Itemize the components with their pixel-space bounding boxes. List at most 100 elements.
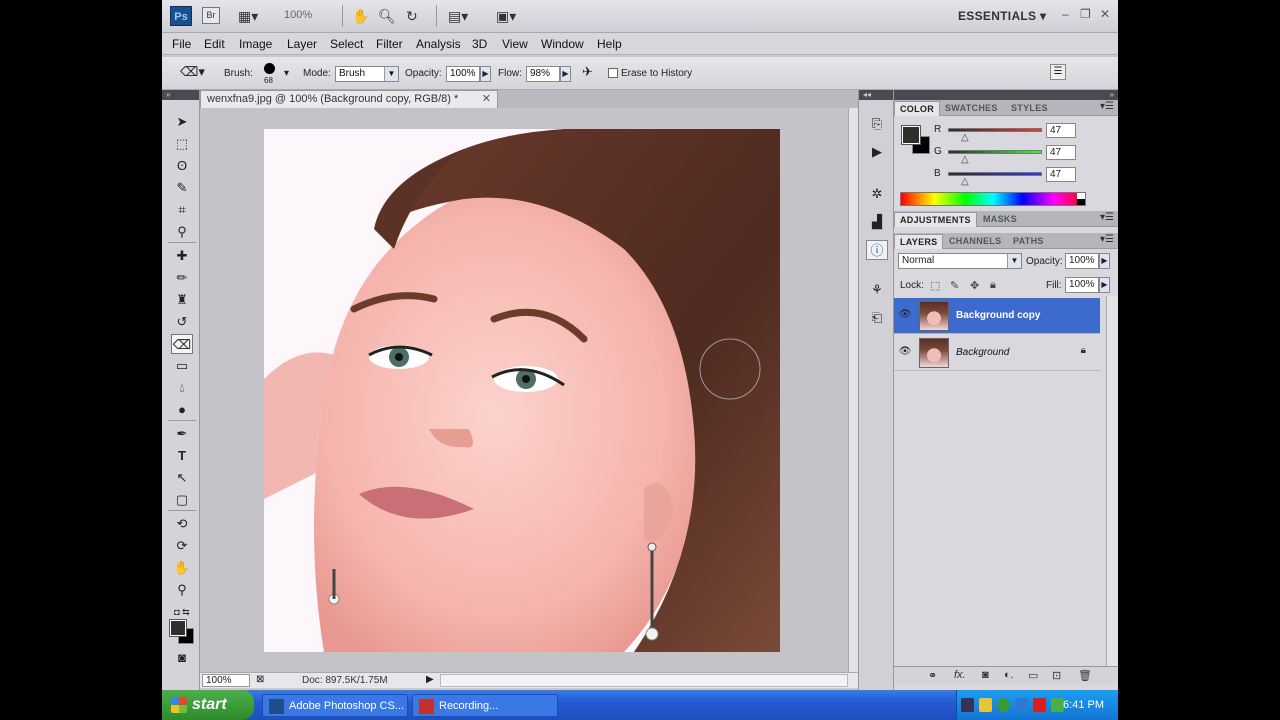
new-layer-icon[interactable]: ⊡ (1052, 669, 1061, 682)
marquee-tool-icon[interactable]: ⬚ (171, 134, 193, 154)
alert-icon[interactable] (1033, 698, 1046, 712)
tab-channels[interactable]: CHANNELS (944, 234, 1006, 249)
erase-to-history-checkbox[interactable] (608, 68, 618, 78)
minimize-icon[interactable]: – (1062, 7, 1069, 21)
channel-b-field[interactable]: 47 (1046, 167, 1076, 182)
visibility-eye-icon[interactable]: 👁︎ (898, 309, 912, 321)
menu-filter[interactable]: Filter (376, 37, 403, 51)
tab-styles[interactable]: STYLES (1006, 101, 1053, 116)
histogram-panel-icon[interactable]: ▟ (866, 212, 888, 232)
menu-analysis[interactable]: Analysis (416, 37, 461, 51)
quick-selection-tool-icon[interactable]: ✎ (171, 178, 193, 198)
torrent-icon[interactable] (997, 698, 1010, 712)
zoom-tool-icon[interactable]: ⚲ (171, 580, 193, 600)
menu-window[interactable]: Window (541, 37, 584, 51)
tab-swatches[interactable]: SWATCHES (940, 101, 1003, 116)
dodge-tool-icon[interactable]: ● (171, 400, 193, 420)
crop-tool-icon[interactable]: ⌗ (171, 200, 193, 220)
eraser-tool-preset-icon[interactable]: ⌫▾ (180, 64, 205, 80)
airbrush-icon[interactable]: ✈ (582, 64, 593, 80)
workspace-switcher[interactable]: ESSENTIALS ▾ (958, 9, 1046, 23)
3d-orbit-tool-icon[interactable]: ⟳ (171, 536, 193, 556)
layer-opacity-slider-button[interactable]: ▶ (1099, 253, 1110, 269)
default-colors-icon[interactable]: ◘ ⇆ (171, 602, 193, 622)
toolbox-collapse-icon[interactable]: » (162, 90, 199, 100)
tab-masks[interactable]: MASKS (978, 212, 1022, 227)
adjustment-layer-icon[interactable]: ◐. (1004, 669, 1014, 681)
flow-slider-button[interactable]: ▶ (560, 66, 571, 82)
menu-select[interactable]: Select (330, 37, 363, 51)
taskbar-item-recording[interactable]: Recording... (412, 694, 558, 717)
lock-pixels-icon[interactable]: ✎ (950, 279, 959, 292)
path-selection-tool-icon[interactable]: ↖ (171, 468, 193, 488)
close-document-icon[interactable]: ✕ (482, 91, 491, 107)
history-panel-icon[interactable]: ⎘ (866, 114, 888, 134)
add-mask-icon[interactable]: ◙ (982, 669, 989, 681)
hand-tool-icon[interactable]: ✋ (171, 558, 193, 578)
slider-thumb-icon[interactable]: △ (961, 154, 969, 165)
canvas-area[interactable] (200, 108, 848, 672)
arrange-documents-icon[interactable]: ▤▾ (448, 6, 468, 26)
zoom-field[interactable]: 100% (202, 674, 250, 687)
info-panel-icon[interactable]: ⓘ (866, 240, 888, 260)
lock-position-icon[interactable]: ✥ (970, 279, 979, 292)
blend-mode-select[interactable]: Normal ▼ (898, 253, 1022, 269)
restore-icon[interactable]: ❐ (1080, 7, 1091, 21)
channel-r-field[interactable]: 47 (1046, 123, 1076, 138)
lock-all-icon[interactable]: 🔒︎ (990, 279, 996, 292)
lasso-tool-icon[interactable]: ʘ (171, 156, 193, 176)
fill-field[interactable]: 100% (1065, 277, 1099, 293)
panels-collapse-icon[interactable]: » (894, 90, 1118, 100)
foreground-color-swatch[interactable] (169, 619, 187, 637)
actions-panel-icon[interactable]: ▶ (866, 142, 888, 162)
taskbar-item-photoshop[interactable]: Adobe Photoshop CS... (262, 694, 408, 717)
dock-collapse-icon[interactable]: ◂◂ (859, 90, 893, 100)
status-arrow-icon[interactable]: ▶ (426, 674, 434, 685)
menu-image[interactable]: Image (239, 37, 272, 51)
menu-file[interactable]: File (172, 37, 191, 51)
menu-layer[interactable]: Layer (287, 37, 317, 51)
channel-g-field[interactable]: 47 (1046, 145, 1076, 160)
bridge-button[interactable]: Br (202, 7, 220, 24)
visibility-eye-icon[interactable]: 👁︎ (898, 346, 912, 358)
healing-brush-tool-icon[interactable]: ✚ (171, 246, 193, 266)
gradient-tool-icon[interactable]: ▭ (171, 356, 193, 376)
eraser-tool-icon[interactable]: ⌫ (171, 334, 193, 354)
layer-style-icon[interactable]: fx. (954, 669, 966, 681)
clone-source-panel-icon[interactable]: ⎗ (866, 308, 888, 328)
zoom-tool-icon[interactable]: 🔍︎ (378, 6, 396, 26)
layer-opacity-field[interactable]: 100% (1065, 253, 1099, 269)
brushes-panel-icon[interactable]: ⚘ (866, 280, 888, 300)
start-button[interactable]: start (162, 690, 254, 720)
layers-scrollbar[interactable] (1106, 296, 1118, 666)
brush-picker-arrow-icon[interactable]: ▾ (284, 68, 289, 79)
menu-3d[interactable]: 3D (472, 37, 487, 51)
network-icon[interactable] (961, 698, 974, 712)
tab-color[interactable]: COLOR (894, 101, 940, 116)
tab-layers[interactable]: LAYERS (894, 234, 944, 249)
flow-field[interactable]: 98% (526, 66, 560, 82)
portrait-photo[interactable] (264, 129, 780, 652)
screen-mode-icon[interactable]: ▣▾ (496, 6, 516, 26)
new-group-icon[interactable]: ▭ (1028, 669, 1038, 682)
update-icon[interactable] (1015, 698, 1028, 712)
blur-tool-icon[interactable]: 💧︎ (171, 378, 193, 398)
slider-thumb-icon[interactable]: △ (961, 176, 969, 187)
close-icon[interactable]: ✕ (1100, 7, 1110, 21)
slider-thumb-icon[interactable]: △ (961, 132, 969, 143)
fill-slider-button[interactable]: ▶ (1099, 277, 1110, 293)
history-brush-tool-icon[interactable]: ↺ (171, 312, 193, 332)
opacity-slider-button[interactable]: ▶ (480, 66, 491, 82)
menu-view[interactable]: View (502, 37, 528, 51)
brush-tool-icon[interactable]: ✏ (171, 268, 193, 288)
panel-menu-icon[interactable]: ▾☰ (1100, 101, 1114, 112)
canvas-vertical-scrollbar[interactable] (848, 108, 858, 672)
delete-layer-icon[interactable]: 🗑︎ (1078, 669, 1092, 682)
rotate-view-icon[interactable]: ↻ (406, 6, 418, 26)
status-menu-icon[interactable]: ⊠ (256, 674, 264, 685)
hand-tool-icon[interactable]: ✋ (352, 6, 369, 26)
zoom-level-display[interactable]: 100% (284, 9, 312, 21)
layer-row-background[interactable]: 👁︎ Background 🔒︎ (894, 335, 1100, 371)
tab-paths[interactable]: PATHS (1008, 234, 1049, 249)
color-spectrum-ramp[interactable] (900, 192, 1086, 206)
